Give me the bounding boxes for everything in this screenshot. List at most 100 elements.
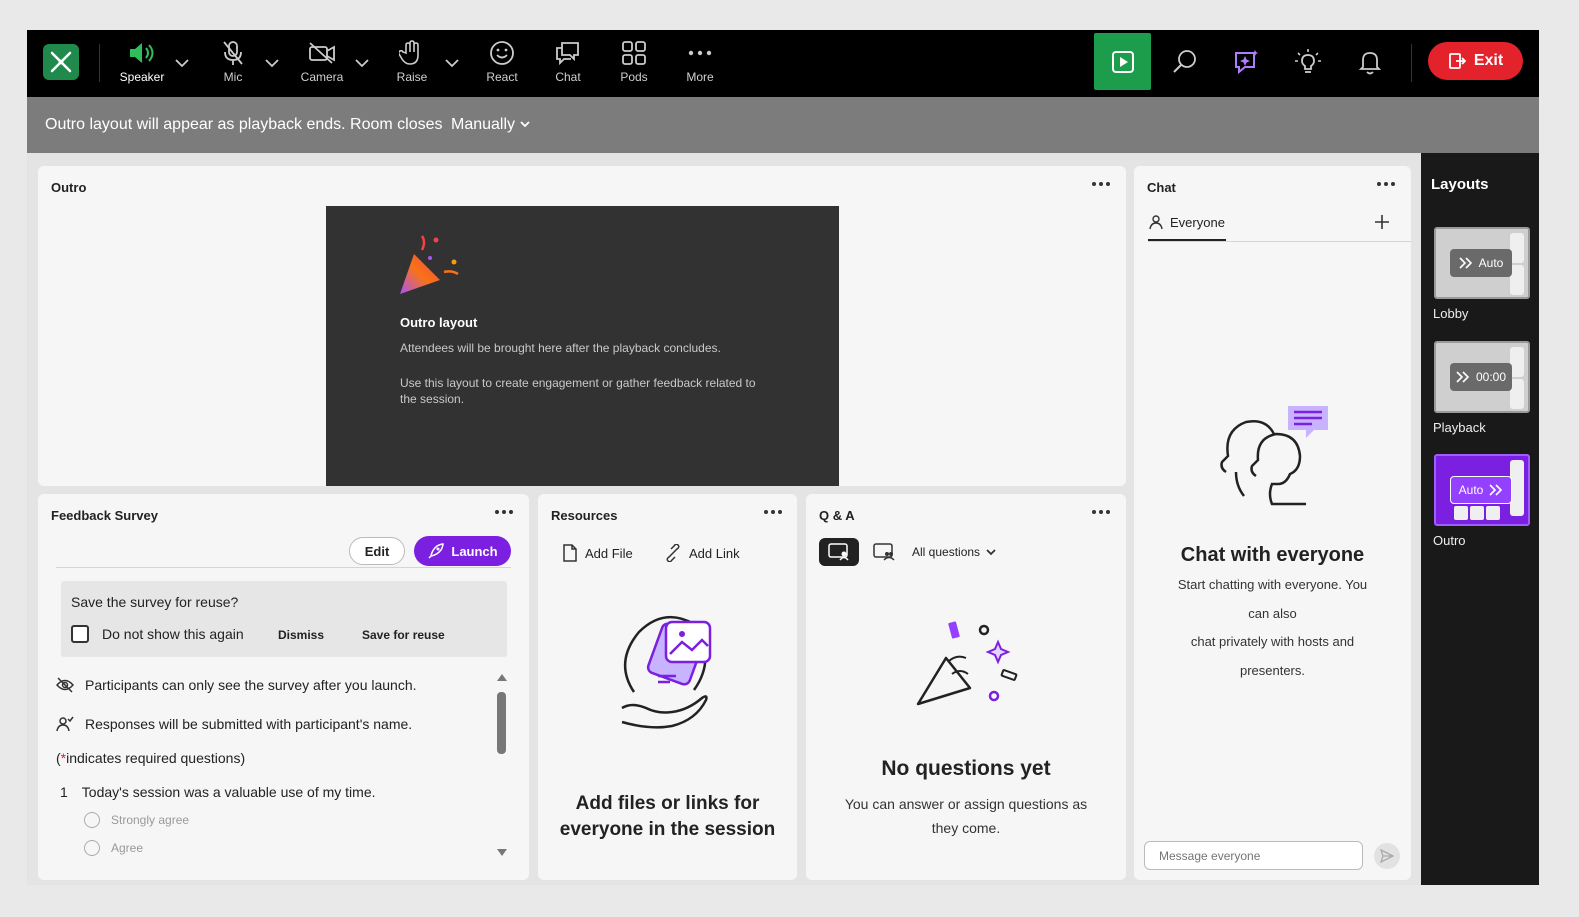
thumb-pod [1470,506,1484,520]
mic-button[interactable]: Mic [209,38,257,90]
more-dots-icon [677,38,723,68]
layout-name: Outro [1433,533,1466,548]
pod-more-button[interactable] [764,504,788,520]
camera-button[interactable]: Camera [295,38,349,90]
exit-icon [1448,53,1466,69]
option-radio[interactable] [84,840,100,856]
outro-description-1: Attendees will be brought here after the… [400,341,721,355]
pod-more-button[interactable] [1092,176,1116,192]
survey-note-text: Responses will be submitted with partici… [85,716,413,732]
thumb-pod [1486,506,1500,520]
pod-title: Feedback Survey [51,508,158,523]
raise-label: Raise [396,70,428,84]
chat-empty-line: can also [1248,605,1297,621]
raise-hand-button[interactable]: Raise [389,38,435,90]
lightbulb-icon [1295,49,1321,73]
launch-survey-button[interactable]: Launch [414,536,511,566]
more-dots-icon [1377,176,1401,192]
thumb-pod [1510,460,1524,516]
send-icon [1380,849,1394,863]
divider [56,567,511,568]
question-text: Today's session was a valuable use of my… [81,784,376,800]
scroll-up-icon[interactable] [496,672,508,682]
play-icon [1111,50,1134,73]
layout-thumbnail-outro[interactable]: Auto [1434,454,1530,526]
pods-label: Pods [620,70,648,84]
option-label: Agree [111,841,144,855]
ai-assistant-button[interactable] [1230,46,1262,78]
chevrons-right-icon [1459,257,1472,269]
questions-filter-dropdown[interactable]: All questions [912,545,997,559]
app-logo-icon [43,44,79,80]
save-for-reuse-button[interactable]: Save for reuse [362,628,445,642]
question-number: 1 [60,784,68,800]
layouts-panel: Layouts Auto Lobby 00:00 Playback Auto O… [1421,153,1539,885]
presenter-view-button[interactable] [819,538,859,566]
outro-description-2: Use this layout to create engagement or … [400,376,756,406]
layout-thumbnail-playback[interactable]: 00:00 [1434,341,1530,413]
raise-chevron-down-icon[interactable] [443,54,461,72]
speaker-button[interactable]: Speaker [115,38,169,90]
survey-note: Participants can only see the survey aft… [56,676,417,694]
search-button[interactable] [1169,46,1201,78]
mic-chevron-down-icon[interactable] [263,54,281,72]
outro-heading: Outro layout [400,315,478,330]
add-link-button[interactable]: Add Link [664,544,740,562]
scrollbar-thumb[interactable] [497,692,506,754]
do-not-show-checkbox[interactable] [71,625,89,643]
dismiss-button[interactable]: Dismiss [278,628,324,642]
pod-more-button[interactable] [495,504,519,520]
chat-tab-everyone[interactable]: Everyone [1148,214,1225,230]
camera-chevron-down-icon[interactable] [353,54,371,72]
required-legend: (* indicates required questions) [56,750,245,766]
layout-pill: Auto [1450,476,1512,504]
more-dots-icon [1092,504,1116,520]
status-banner: Outro layout will appear as playback end… [27,97,1539,153]
user-identified-icon [56,716,74,732]
speaker-icon [115,38,169,68]
chat-empty-line: presenters. [1239,662,1306,678]
chat-button[interactable]: Chat [545,38,591,90]
pod-more-button[interactable] [1092,504,1116,520]
layout-thumbnail-lobby[interactable]: Auto [1434,227,1530,299]
save-question: Save the survey for reuse? [71,594,239,610]
room-close-mode-dropdown[interactable]: Manually [451,116,531,133]
rocket-icon [428,543,445,559]
chevron-down-icon [986,549,996,556]
thumb-pod [1454,506,1468,520]
chat-empty-line: Start chatting with everyone. You [1177,577,1368,592]
react-button[interactable]: React [479,38,525,90]
more-button[interactable]: More [677,38,723,90]
option-radio[interactable] [84,812,100,828]
resources-empty-title: Add files or links for everyone in the s… [538,791,797,843]
feedback-survey-pod: Feedback Survey Edit Launch Save the sur… [38,494,529,880]
more-dots-icon [764,504,788,520]
pod-more-button[interactable] [1377,176,1401,192]
smiley-icon [479,38,525,68]
message-input[interactable] [1144,841,1363,870]
room-close-mode-value: Manually [450,116,516,133]
attendee-view-button[interactable] [872,538,896,566]
edit-survey-button[interactable]: Edit [349,537,405,565]
qa-empty-line-2: they come. [931,820,1001,836]
speaker-chevron-down-icon[interactable] [173,54,191,72]
add-file-button[interactable]: Add File [562,544,633,562]
tips-button[interactable] [1292,46,1324,78]
add-chat-tab-plus-icon[interactable] [1374,214,1390,230]
eye-off-icon [56,677,74,693]
playback-button[interactable] [1094,33,1151,90]
exit-button[interactable]: Exit [1428,42,1523,80]
send-button[interactable] [1374,843,1400,869]
outro-info-card: Outro layout Attendees will be brought h… [326,206,839,486]
chat-empty-title: Chat with everyone [1180,544,1365,566]
pod-title: Q & A [819,508,855,523]
empty-title-line-2: everyone in the session [559,819,776,840]
scroll-down-icon[interactable] [496,848,508,858]
pods-button[interactable]: Pods [611,38,657,90]
user-icon [1149,215,1163,230]
notifications-button[interactable] [1354,46,1386,78]
celebration-illustration-icon [916,621,1018,706]
outro-pod: Outro Outro layout Attendees will be bro… [38,166,1126,486]
qa-empty-title: No questions yet [881,757,1051,780]
thumb-pod [1510,379,1524,409]
